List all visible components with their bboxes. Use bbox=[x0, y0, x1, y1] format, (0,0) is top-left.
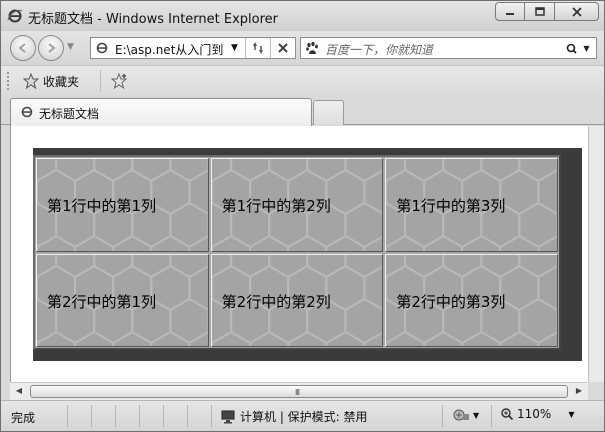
forward-icon bbox=[48, 43, 56, 53]
cell-text: 第2行中的第1列 bbox=[47, 292, 157, 311]
scroll-right-arrow[interactable]: ▶ bbox=[572, 386, 586, 395]
maximize-icon bbox=[534, 7, 545, 16]
add-favorites-icon bbox=[111, 73, 128, 89]
scrollbar-thumb[interactable]: III bbox=[30, 385, 568, 398]
add-to-favorites-button[interactable] bbox=[109, 71, 131, 91]
content-table: 第1行中的第1列 第1行中的第2列 第1行中的第3列 第2行中的第1列 第2行中… bbox=[33, 155, 561, 350]
cell-text: 第1行中的第2列 bbox=[221, 197, 331, 215]
navigation-bar: ▼ E:\asp.net从入门到 ▼ 百度一下，你就知道 ▼ bbox=[1, 31, 604, 65]
status-divider bbox=[115, 405, 116, 427]
vertical-scrollbar[interactable] bbox=[588, 126, 604, 382]
favorites-bar: 收藏夹 bbox=[1, 65, 604, 95]
status-divider bbox=[187, 405, 188, 427]
computer-icon bbox=[221, 410, 235, 423]
table-cell: 第2行中的第1列 bbox=[36, 253, 209, 347]
history-dropdown[interactable]: ▼ bbox=[67, 42, 74, 52]
toolbar-grip[interactable] bbox=[7, 72, 9, 90]
cell-text: 第2行中的第2列 bbox=[221, 292, 331, 311]
status-divider bbox=[442, 405, 443, 427]
address-dropdown[interactable]: ▼ bbox=[231, 43, 238, 53]
page-content: 第1行中的第1列 第1行中的第2列 第1行中的第3列 第2行中的第1列 第2行中… bbox=[10, 126, 588, 382]
status-bar: 完成 计算机 | 保护模式: 禁用 ▼ 110% ▼ bbox=[1, 400, 604, 431]
forward-button[interactable] bbox=[38, 35, 64, 61]
baidu-paw-icon bbox=[306, 41, 318, 54]
tab-active[interactable]: 无标题文档 bbox=[10, 98, 312, 126]
back-button[interactable] bbox=[10, 35, 36, 61]
window-controls bbox=[495, 2, 599, 21]
zoom-dropdown-icon: ▼ bbox=[568, 409, 575, 419]
toolbar-divider bbox=[100, 70, 101, 92]
cell-text: 第1行中的第1列 bbox=[47, 197, 157, 215]
table-cell: 第1行中的第1列 bbox=[36, 158, 209, 252]
browser-window: 无标题文档 - Windows Internet Explorer ▼ E:\a… bbox=[0, 0, 605, 432]
status-divider bbox=[211, 405, 212, 427]
search-input[interactable]: 百度一下，你就知道 bbox=[325, 41, 433, 58]
tab-title: 无标题文档 bbox=[39, 107, 100, 121]
horizontal-scrollbar[interactable]: ◀ III ▶ bbox=[10, 382, 588, 400]
page-icon bbox=[96, 42, 108, 54]
status-divider bbox=[91, 405, 92, 427]
close-button[interactable] bbox=[555, 2, 599, 21]
window-title: 无标题文档 - Windows Internet Explorer bbox=[28, 12, 278, 27]
status-divider bbox=[491, 405, 492, 427]
status-text: 完成 bbox=[11, 411, 36, 425]
favorites-label: 收藏夹 bbox=[43, 74, 80, 89]
refresh-icon bbox=[252, 42, 263, 54]
maximize-button[interactable] bbox=[525, 2, 555, 21]
favorites-star-icon bbox=[23, 73, 39, 89]
search-icon bbox=[567, 43, 578, 54]
back-icon bbox=[18, 43, 26, 53]
status-divider bbox=[67, 405, 68, 427]
address-bar[interactable]: E:\asp.net从入门到 ▼ bbox=[90, 37, 296, 59]
table-cell: 第2行中的第2列 bbox=[210, 253, 384, 347]
address-input[interactable]: E:\asp.net从入门到 bbox=[115, 41, 227, 58]
cell-text: 第2行中的第3列 bbox=[396, 292, 506, 311]
security-status-button[interactable]: ▼ bbox=[452, 407, 479, 423]
favorites-button[interactable]: 收藏夹 bbox=[19, 71, 83, 91]
table-cell: 第1行中的第3列 bbox=[385, 158, 558, 252]
stop-icon bbox=[277, 43, 288, 53]
search-button[interactable]: ▼ bbox=[564, 40, 592, 57]
zoom-button[interactable]: 110% ▼ bbox=[500, 407, 574, 421]
table-cell: 第2行中的第3列 bbox=[385, 253, 558, 347]
stop-button[interactable] bbox=[270, 38, 294, 58]
security-dropdown-icon: ▼ bbox=[473, 410, 480, 420]
security-icon bbox=[453, 409, 469, 421]
scrollbar-grip: III bbox=[295, 388, 300, 397]
search-box[interactable]: 百度一下，你就知道 ▼ bbox=[300, 37, 597, 59]
minimize-button[interactable] bbox=[495, 2, 525, 21]
tab-strip: 无标题文档 bbox=[1, 95, 604, 126]
status-divider bbox=[139, 405, 140, 427]
cell-text: 第1行中的第3列 bbox=[396, 197, 506, 215]
zoom-icon bbox=[501, 408, 514, 421]
zone-text: 计算机 | 保护模式: 禁用 bbox=[240, 410, 368, 424]
title-bar: 无标题文档 - Windows Internet Explorer bbox=[1, 1, 604, 31]
page-icon bbox=[21, 106, 33, 118]
refresh-button[interactable] bbox=[245, 38, 269, 58]
close-icon bbox=[571, 6, 582, 17]
zoom-level: 110% bbox=[517, 407, 552, 421]
scroll-left-arrow[interactable]: ◀ bbox=[12, 386, 26, 395]
ie-logo-icon bbox=[7, 9, 23, 23]
table-cell: 第1行中的第2列 bbox=[210, 158, 384, 252]
minimize-icon bbox=[506, 12, 514, 15]
status-divider bbox=[163, 405, 164, 427]
search-dropdown-icon: ▼ bbox=[583, 44, 590, 53]
security-zone[interactable]: 计算机 | 保护模式: 禁用 bbox=[220, 408, 368, 425]
new-tab-button[interactable] bbox=[313, 100, 344, 125]
